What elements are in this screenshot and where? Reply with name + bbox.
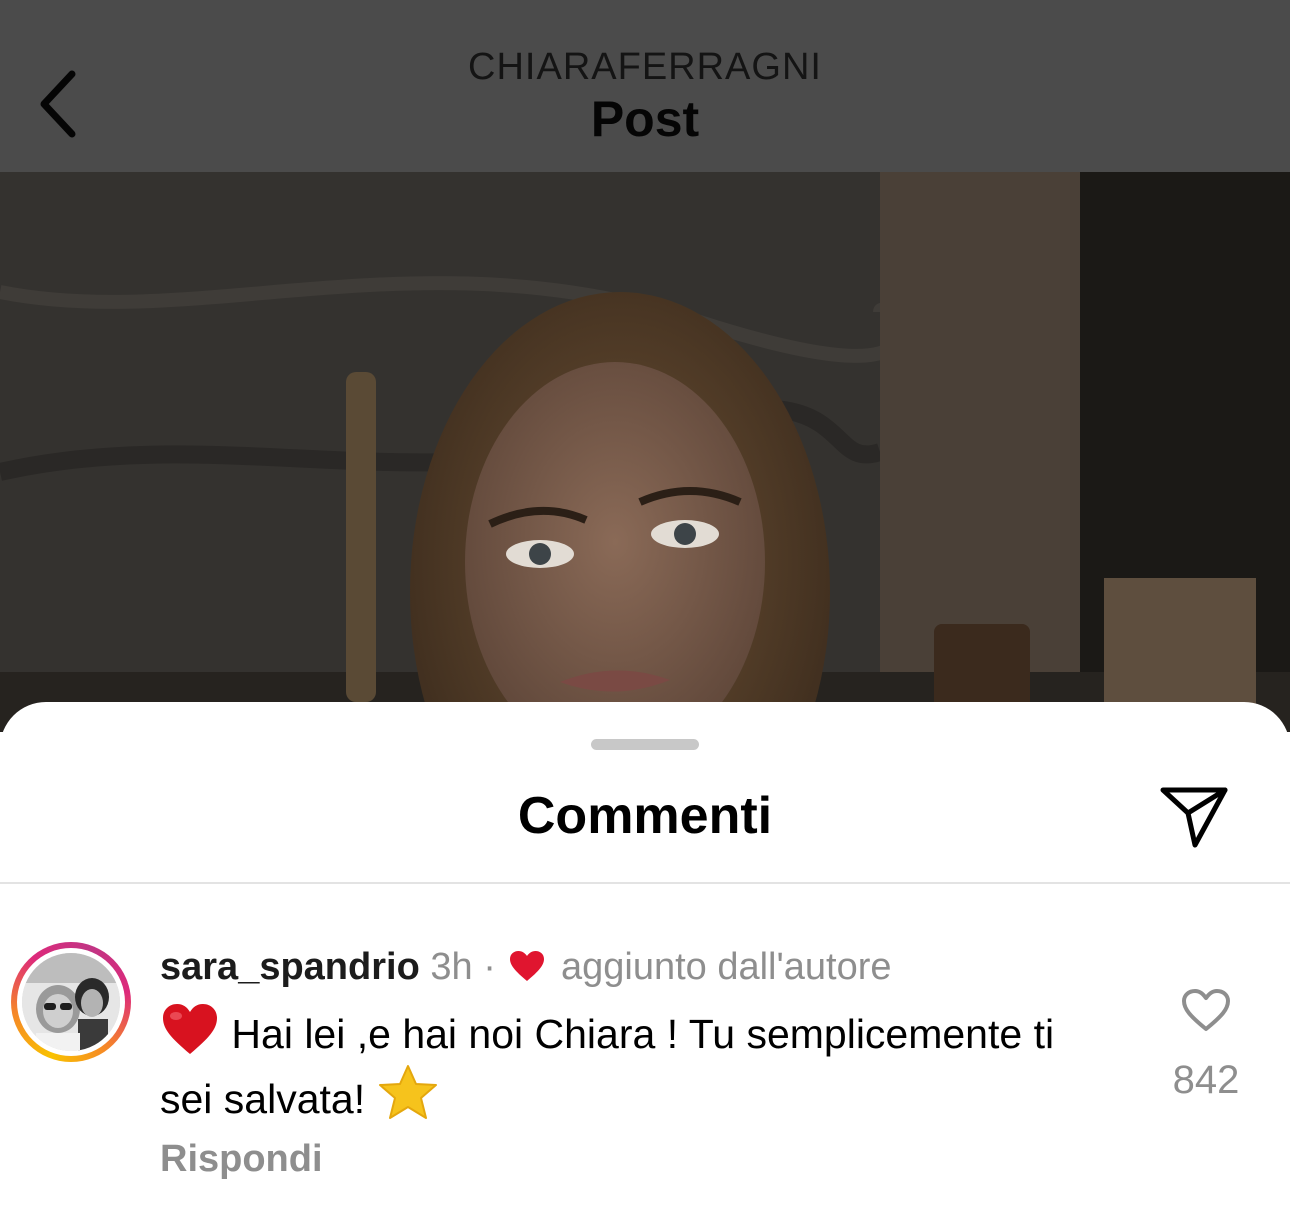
avatar[interactable]: [11, 942, 131, 1062]
post-photo: [0, 172, 1290, 732]
comment-body: Hai lei ,e hai noi Chiara ! Tu semplicem…: [160, 1011, 1055, 1122]
post-header: CHIARAFERRAGNI Post: [0, 0, 1290, 172]
liked-by-author-label: aggiunto dall'autore: [560, 946, 892, 988]
sheet-drag-handle[interactable]: [591, 739, 699, 750]
comment-text: Hai lei ,e hai noi Chiara ! Tu semplicem…: [160, 1002, 1060, 1128]
comment-time: 3h: [430, 946, 473, 988]
comments-title: Commenti: [517, 787, 773, 845]
reply-button[interactable]: Rispondi: [160, 1138, 323, 1181]
share-button[interactable]: [1156, 782, 1232, 852]
like-count: 842: [1172, 1058, 1240, 1102]
star-emoji-icon: [378, 1065, 437, 1119]
like-comment-button[interactable]: [1176, 982, 1236, 1038]
divider: [0, 882, 1290, 884]
comments-sheet: Commenti sara_spandrio 3h · aggiunto dal…: [0, 702, 1290, 1216]
comment-meta: sara_spandrio 3h · aggiunto dall'autore: [160, 942, 892, 992]
heart-filled-icon: [510, 951, 545, 981]
heart-outline-icon: [1182, 989, 1230, 1031]
avatar-photo: [22, 953, 120, 1051]
page-title: Post: [590, 91, 700, 147]
post-owner-username[interactable]: CHIARAFERRAGNI: [0, 46, 1290, 89]
comment-username[interactable]: sara_spandrio: [160, 946, 420, 988]
red-heart-emoji-icon: [163, 1004, 217, 1054]
paper-plane-icon: [1160, 787, 1228, 848]
meta-separator: ·: [483, 946, 496, 988]
